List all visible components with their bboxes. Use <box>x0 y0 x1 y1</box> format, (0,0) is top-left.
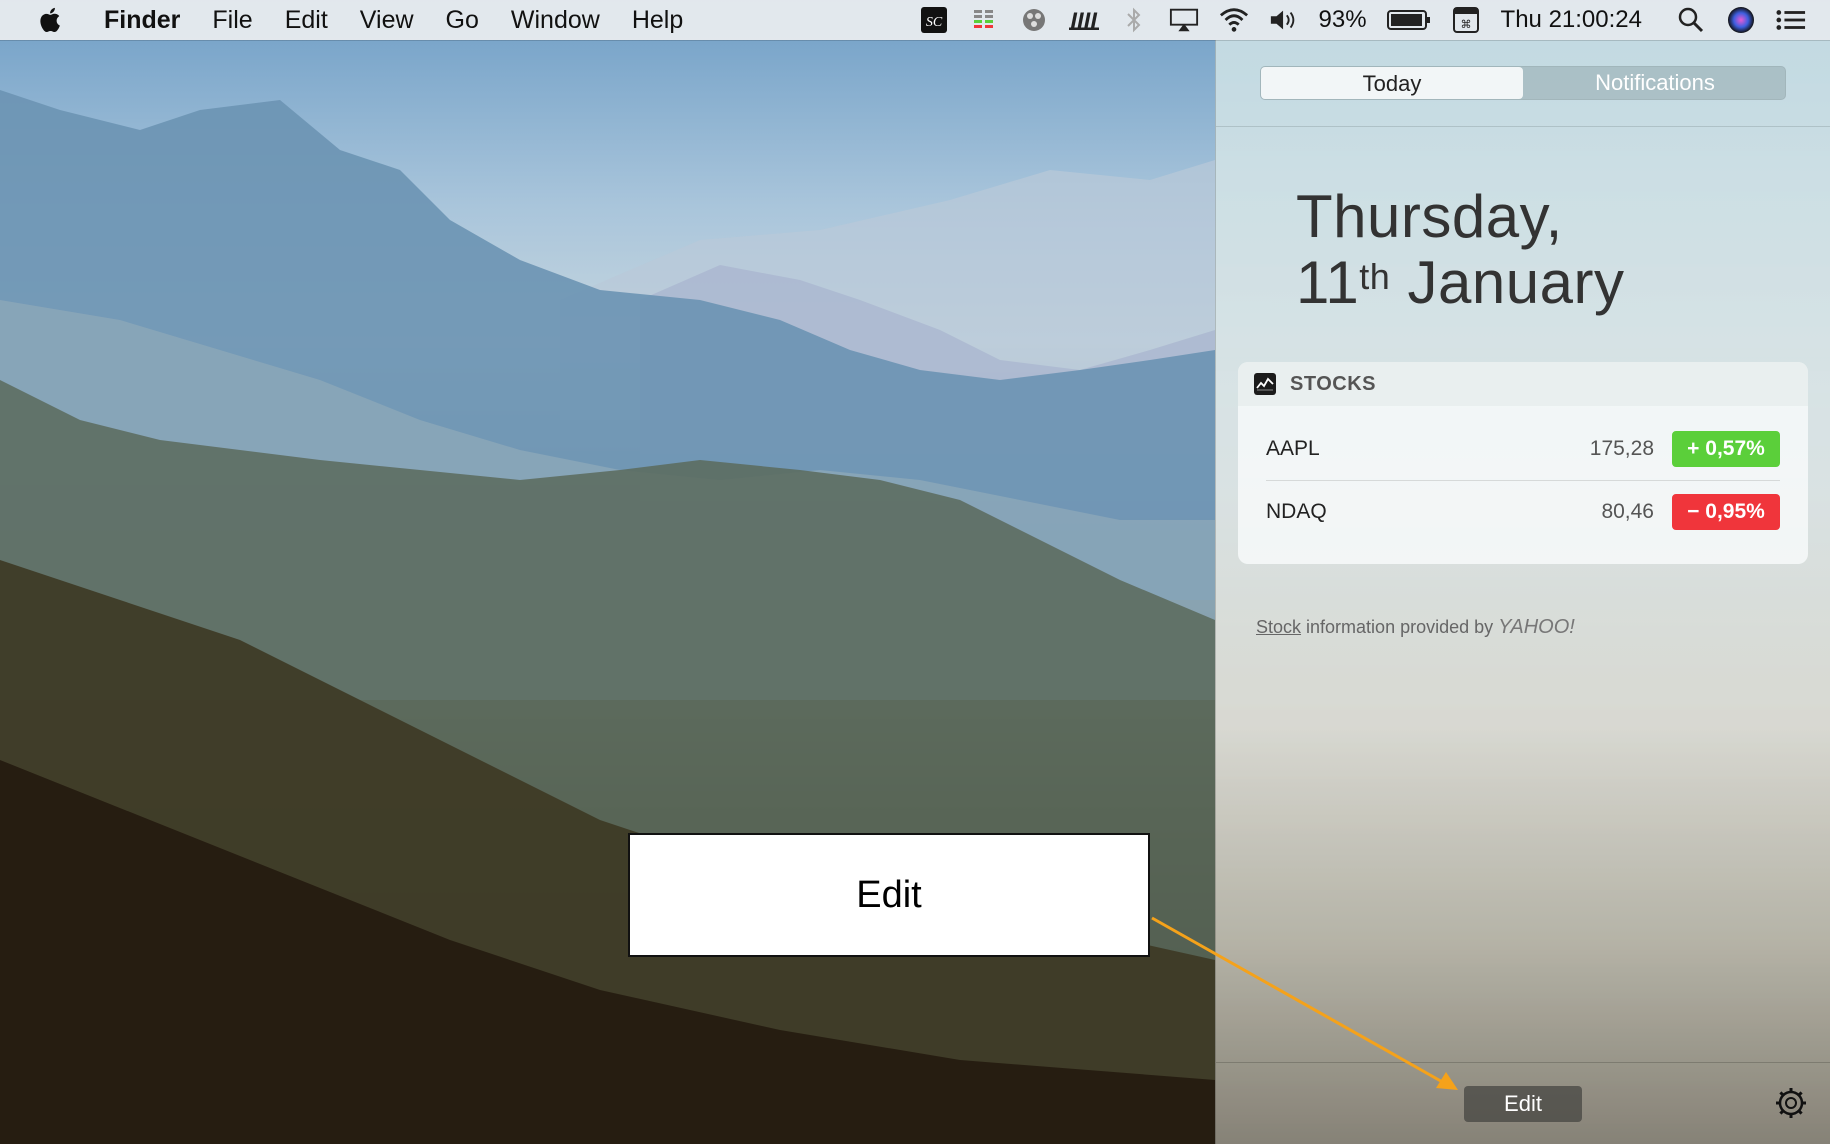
annotation-callout: Edit <box>628 833 1150 957</box>
stocks-widget: STOCKS AAPL 175,28 + 0,57% NDAQ 80,46 − … <box>1238 362 1808 564</box>
date-suffix: th <box>1359 256 1391 297</box>
notification-list-icon[interactable] <box>1776 5 1806 35</box>
stock-change-badge[interactable]: − 0,95% <box>1672 494 1780 530</box>
svg-text:⌘: ⌘ <box>1460 18 1471 31</box>
airplay-icon[interactable] <box>1169 5 1199 35</box>
battery-percentage[interactable]: 93% <box>1319 6 1367 34</box>
stocks-widget-header: STOCKS <box>1238 362 1808 406</box>
gear-icon[interactable] <box>1774 1086 1808 1120</box>
kit-icon[interactable] <box>1019 5 1049 35</box>
menu-go[interactable]: Go <box>430 0 495 40</box>
date-day-month: 11th January <box>1296 250 1624 316</box>
credit-text: information provided by <box>1301 617 1499 637</box>
stocks-widget-title: STOCKS <box>1290 372 1376 395</box>
svg-text:SC: SC <box>925 15 942 30</box>
volume-icon[interactable] <box>1269 5 1299 35</box>
menu-bar-right: SC 93% ⌘ Thu 21:00:24 <box>909 0 1830 40</box>
menu-view[interactable]: View <box>344 0 430 40</box>
search-icon[interactable] <box>1676 5 1706 35</box>
menu-app-name[interactable]: Finder <box>88 0 196 40</box>
stocks-credit: Stock information provided by YAHOO! <box>1256 616 1575 639</box>
date-day: 11 <box>1296 249 1360 316</box>
edit-button[interactable]: Edit <box>1464 1086 1582 1122</box>
stock-symbol: NDAQ <box>1266 500 1327 523</box>
bookshelf-icon[interactable] <box>1068 5 1099 35</box>
stock-row[interactable]: AAPL 175,28 + 0,57% <box>1266 418 1780 480</box>
menu-bar: Finder File Edit View Go Window Help SC <box>0 0 1830 40</box>
panel-divider <box>1216 126 1830 127</box>
menu-clock[interactable]: Thu 21:00:24 <box>1501 6 1642 34</box>
stock-price: 175,28 <box>1589 437 1654 460</box>
menu-window[interactable]: Window <box>495 0 616 40</box>
bluetooth-icon[interactable] <box>1119 5 1149 35</box>
sc-app-icon[interactable]: SC <box>919 5 949 35</box>
bottom-divider <box>1216 1062 1830 1063</box>
yahoo-logo: YAHOO! <box>1498 616 1575 638</box>
notification-center-panel: Today Notifications Thursday, 11th Janua… <box>1215 40 1830 1144</box>
keyboard-icon[interactable]: ⌘ <box>1451 5 1481 35</box>
date-weekday: Thursday, <box>1296 183 1563 250</box>
stock-symbol: AAPL <box>1266 437 1320 460</box>
stock-change-badge[interactable]: + 0,57% <box>1672 431 1780 467</box>
siri-icon[interactable] <box>1726 5 1756 35</box>
menu-edit[interactable]: Edit <box>269 0 344 40</box>
menu-file[interactable]: File <box>196 0 268 40</box>
today-notifications-segmented-control: Today Notifications <box>1260 66 1786 100</box>
wifi-icon[interactable] <box>1219 5 1249 35</box>
tab-notifications[interactable]: Notifications <box>1524 66 1786 100</box>
stock-price: 80,46 <box>1601 500 1654 523</box>
battery-icon[interactable] <box>1386 5 1431 35</box>
stock-row[interactable]: NDAQ 80,46 − 0,95% <box>1266 480 1780 543</box>
activity-meter-icon[interactable] <box>969 5 999 35</box>
menu-bar-left: Finder File Edit View Go Window Help <box>0 0 699 40</box>
today-date: Thursday, 11th January <box>1296 184 1624 316</box>
stock-link[interactable]: Stock <box>1256 617 1301 637</box>
tab-today[interactable]: Today <box>1261 67 1523 99</box>
stocks-chart-icon <box>1254 373 1276 395</box>
date-month: January <box>1407 249 1625 316</box>
apple-logo-icon[interactable] <box>36 5 66 35</box>
menu-help[interactable]: Help <box>616 0 699 40</box>
